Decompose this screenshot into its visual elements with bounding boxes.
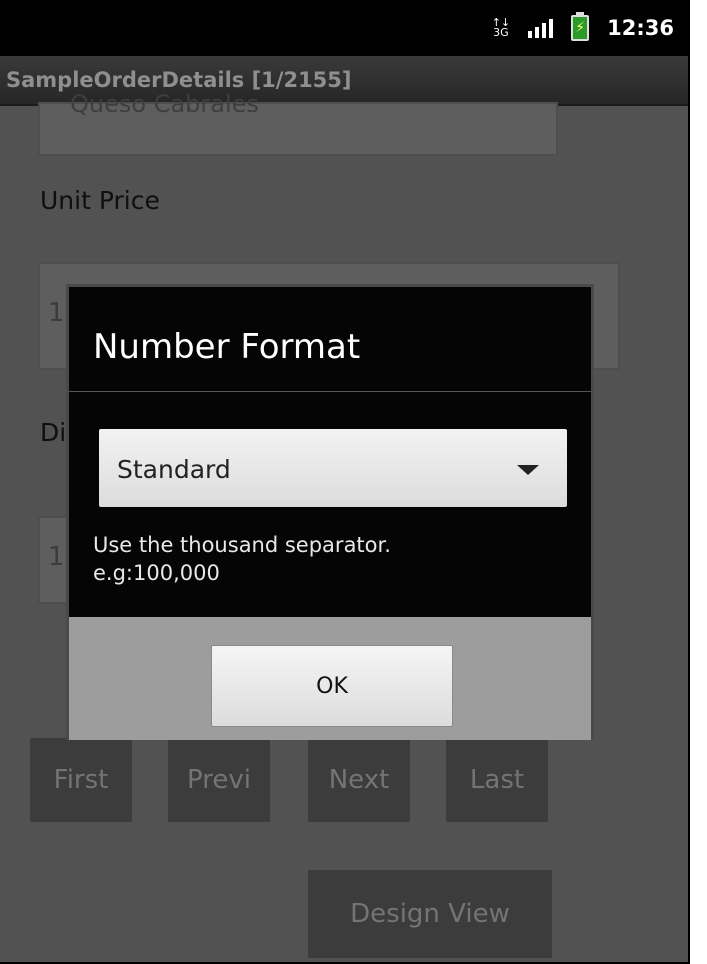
product-field[interactable]: Queso Cabrales xyxy=(38,90,558,156)
number-format-select[interactable]: Standard xyxy=(99,429,567,507)
number-format-dialog: Number Format Standard Use the thousand … xyxy=(66,284,594,740)
design-view-button[interactable]: Design View xyxy=(308,870,552,958)
status-time: 12:36 xyxy=(607,16,674,40)
next-button[interactable]: Next xyxy=(308,738,410,822)
phone-screen: ↑↓3G 12:36 SampleOrderDetails [1/2155] Q… xyxy=(0,0,690,964)
dropdown-arrow-icon xyxy=(517,465,539,475)
network-3g-icon: ↑↓ 3G xyxy=(491,16,511,39)
selected-format: Standard xyxy=(117,455,231,484)
battery-icon xyxy=(571,12,590,41)
dialog-title: Number Format xyxy=(93,327,361,367)
first-button[interactable]: First xyxy=(30,738,132,822)
last-button[interactable]: Last xyxy=(446,738,548,822)
previous-button[interactable]: Previ xyxy=(168,738,270,822)
format-description: Use the thousand separator. e.g:100,000 xyxy=(93,533,391,585)
dialog-button-bar: OK xyxy=(69,617,591,740)
signal-icon xyxy=(528,18,554,38)
status-bar: ↑↓3G 12:36 xyxy=(0,0,688,56)
unit-price-label: Unit Price xyxy=(40,186,160,215)
ok-button[interactable]: OK xyxy=(211,645,453,727)
dialog-divider xyxy=(69,391,591,392)
page-title: SampleOrderDetails [1/2155] xyxy=(6,68,352,92)
